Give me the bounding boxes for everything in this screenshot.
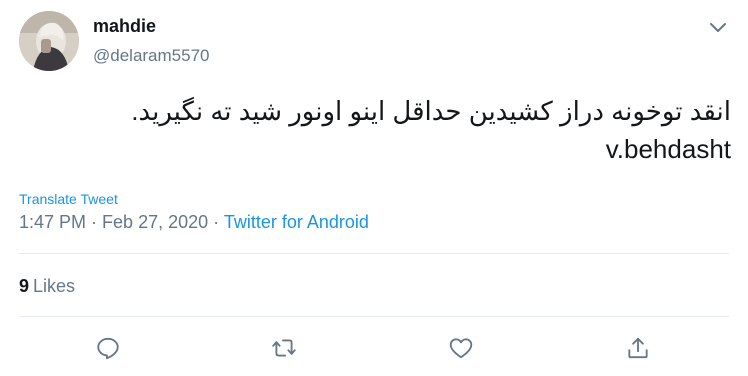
author-handle[interactable]: @delaram5570 — [93, 45, 210, 67]
divider — [19, 316, 729, 317]
tweet-time[interactable]: 1:47 PM — [19, 212, 86, 232]
tweet-text-line: v.behdasht — [605, 134, 731, 164]
share-button[interactable] — [620, 330, 656, 366]
divider — [19, 253, 729, 254]
likes-label: Likes — [33, 276, 76, 296]
meta-separator: · — [86, 212, 103, 232]
tweet-source-link[interactable]: Twitter for Android — [224, 212, 369, 232]
reply-icon — [97, 337, 119, 360]
retweet-button[interactable] — [266, 330, 302, 366]
meta-separator: · — [208, 212, 224, 232]
like-button[interactable] — [443, 330, 479, 366]
tweet-date[interactable]: Feb 27, 2020 — [102, 212, 208, 232]
likes-count: 9 — [19, 276, 30, 296]
tweet-card: mahdie @delaram5570 انقد توخونه دراز کشی… — [0, 0, 748, 376]
heart-icon — [449, 338, 473, 359]
share-icon — [628, 337, 648, 359]
likes-stat[interactable]: 9 Likes — [19, 274, 75, 298]
chevron-down-icon[interactable] — [706, 16, 730, 40]
reply-button[interactable] — [90, 330, 126, 366]
tweet-metadata: 1:47 PM · Feb 27, 2020 · Twitter for And… — [19, 210, 369, 234]
avatar-image — [19, 11, 79, 71]
tweet-text: انقد توخونه دراز کشیدین حداقل اینو اونور… — [19, 92, 731, 168]
action-bar — [0, 330, 748, 366]
retweet-icon — [272, 339, 296, 357]
translate-tweet-link[interactable]: Translate Tweet — [19, 190, 118, 208]
avatar[interactable] — [19, 11, 79, 71]
author-name[interactable]: mahdie — [93, 15, 156, 37]
tweet-text-line: انقد توخونه دراز کشیدین حداقل اینو اونور… — [131, 96, 731, 126]
